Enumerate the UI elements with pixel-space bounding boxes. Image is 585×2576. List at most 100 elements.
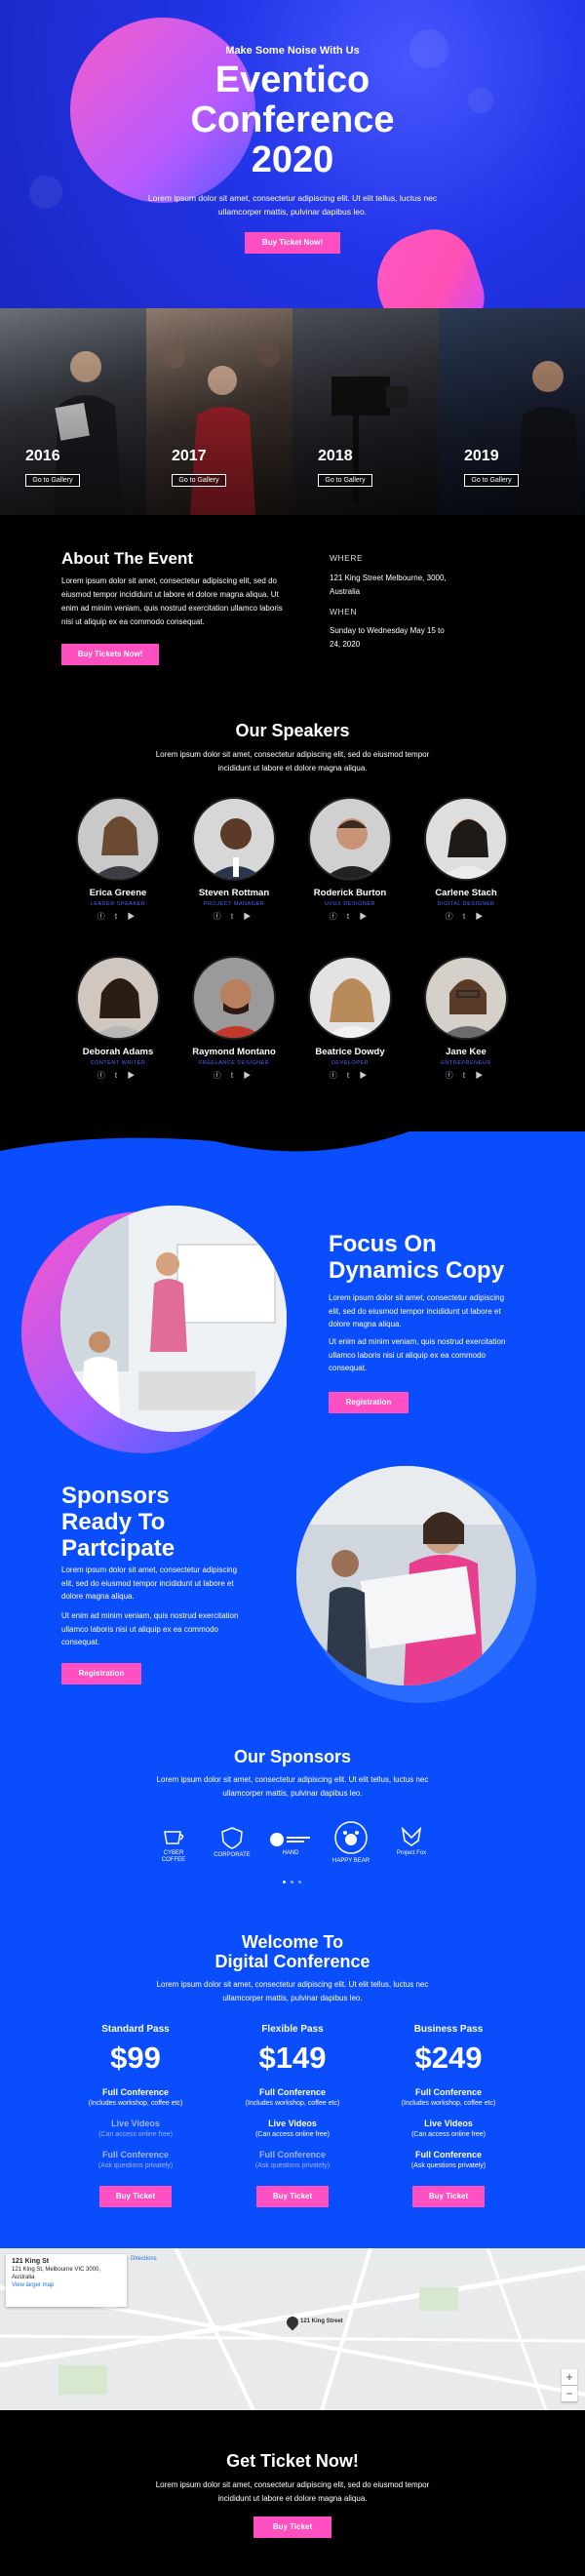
youtube-icon[interactable]: ▶ <box>243 912 254 921</box>
gallery-year: 2018 <box>318 448 353 464</box>
facebook-icon[interactable]: ⓕ <box>446 1071 457 1080</box>
speaker-photo <box>424 956 508 1040</box>
when-value: Sunday to Wednesday May 15 to 24, 2020 <box>330 626 445 649</box>
speaker-card[interactable]: Steven Rottman PROJECT MANAGER ⓕ t ▶ <box>176 797 292 922</box>
sponsor-logo[interactable]: HAPPY BEAR <box>330 1820 372 1865</box>
gallery-card-2018: 2018 Go to Gallery <box>292 308 439 515</box>
facebook-icon[interactable]: ⓕ <box>98 1071 109 1080</box>
buy-tickets-button[interactable]: Buy Tickets Now! <box>61 644 159 665</box>
about-title: About The Event <box>61 549 194 568</box>
sponsor-logo[interactable]: CORPORATE <box>213 1826 252 1859</box>
youtube-icon[interactable]: ▶ <box>359 1071 370 1080</box>
hero-title-line: Conference <box>190 99 395 140</box>
buy-ticket-button[interactable]: Buy Ticket Now! <box>245 232 340 254</box>
zoom-in-button[interactable]: + <box>562 2369 577 2385</box>
hero-kicker: Make Some Noise With Us <box>225 45 360 57</box>
buy-ticket-button[interactable]: Buy Ticket <box>254 2517 332 2538</box>
youtube-icon[interactable]: ▶ <box>243 1071 254 1080</box>
sponsor-logo[interactable]: Project Fox <box>392 1826 431 1857</box>
twitter-icon[interactable]: t <box>115 1071 121 1080</box>
facebook-icon[interactable]: ⓕ <box>330 1071 341 1080</box>
speaker-card[interactable]: Deborah Adams CONTENT WRITER ⓕ t ▶ <box>59 956 176 1081</box>
buy-ticket-button[interactable]: Buy Ticket <box>99 2186 172 2207</box>
facebook-icon[interactable]: ⓕ <box>98 912 109 921</box>
go-to-gallery-button[interactable]: Go to Gallery <box>464 474 519 487</box>
plan-feature-desc: (Ask questions privately) <box>254 2162 331 2169</box>
sponsor-logo[interactable]: HAND <box>269 1832 312 1857</box>
sponsors-ready-line: Partcipate <box>61 1535 176 1562</box>
sponsor-logo-label: HAND <box>282 1850 299 1856</box>
plan-feature: Live Videos <box>268 2119 317 2128</box>
plan-feature: Full Conference <box>258 2150 326 2160</box>
go-to-gallery-button[interactable]: Go to Gallery <box>25 474 80 487</box>
speaker-card[interactable]: Roderick Burton UI/UX DESIGNER ⓕ t ▶ <box>292 797 409 922</box>
pricing-plan: Flexible Pass $149 Full Conference (Incl… <box>219 2024 366 2207</box>
social-icons: ⓕ t ▶ <box>59 911 176 922</box>
plan-feature: Full Conference <box>101 2150 169 2160</box>
go-to-gallery-button[interactable]: Go to Gallery <box>172 474 226 487</box>
twitter-icon[interactable]: t <box>463 912 469 921</box>
youtube-icon[interactable]: ▶ <box>127 912 138 921</box>
plan-feature-desc: (Includes workshop, coffee etc) <box>88 2100 183 2107</box>
twitter-icon[interactable]: t <box>463 1071 469 1080</box>
facebook-icon[interactable]: ⓕ <box>214 1071 225 1080</box>
hero-text: Lorem ipsum dolor sit amet, consectetur … <box>147 193 438 217</box>
twitter-icon[interactable]: t <box>115 912 121 921</box>
twitter-icon[interactable]: t <box>347 1071 353 1080</box>
map-card-address: 121 King St, Melbourne VIC 3000, Austral… <box>12 2267 101 2280</box>
sponsor-logo-label: HAPPY BEAR <box>332 1858 370 1864</box>
speaker-name: Erica Greene <box>89 888 147 898</box>
facebook-icon[interactable]: ⓕ <box>214 912 225 921</box>
focus-photo <box>60 1206 287 1432</box>
speaker-card[interactable]: Jane Kee ENTREPRENEUR ⓕ t ▶ <box>408 956 525 1081</box>
buy-ticket-button[interactable]: Buy Ticket <box>256 2186 329 2207</box>
social-icons: ⓕ t ▶ <box>59 1070 176 1081</box>
focus-text: Lorem ipsum dolor sit amet, consectetur … <box>329 1293 505 1328</box>
plan-feature: Live Videos <box>111 2119 160 2128</box>
speaker-name: Deborah Adams <box>82 1047 154 1057</box>
youtube-icon[interactable]: ▶ <box>127 1071 138 1080</box>
twitter-icon[interactable]: t <box>231 912 237 921</box>
view-larger-map-link[interactable]: View larger map <box>12 2281 121 2289</box>
gallery-year: 2019 <box>464 448 499 464</box>
carousel-dots <box>283 1881 306 1884</box>
facebook-icon[interactable]: ⓕ <box>446 912 457 921</box>
coffee-cup-icon <box>164 1831 184 1844</box>
registration-button[interactable]: Registration <box>61 1663 141 1684</box>
buy-ticket-button[interactable]: Buy Ticket <box>412 2186 485 2207</box>
bokeh-light <box>29 176 62 209</box>
speaker-photo <box>76 797 160 881</box>
directions-link[interactable]: Directions <box>131 2256 157 2262</box>
speaker-photo <box>308 956 392 1040</box>
registration-button[interactable]: Registration <box>329 1392 409 1413</box>
carousel-dot[interactable] <box>291 1881 293 1883</box>
speaker-role: PROJECT MANAGER <box>203 901 265 907</box>
carousel-dot[interactable] <box>298 1881 301 1883</box>
zoom-out-button[interactable]: − <box>562 2386 577 2401</box>
speaker-name: Roderick Burton <box>313 888 387 898</box>
facebook-icon[interactable]: ⓕ <box>330 912 341 921</box>
go-to-gallery-button[interactable]: Go to Gallery <box>318 474 372 487</box>
speaker-name: Carlene Stach <box>435 888 497 898</box>
youtube-icon[interactable]: ▶ <box>475 1071 487 1080</box>
plan-feature-desc: (Can access online free) <box>255 2131 330 2138</box>
map-info-card: 121 King St 121 King St, Melbourne VIC 3… <box>6 2254 127 2307</box>
speaker-card[interactable]: Beatrice Dowdy DEVELOPER ⓕ t ▶ <box>292 956 409 1081</box>
hero-title-line: Eventico <box>214 59 370 100</box>
twitter-icon[interactable]: t <box>347 912 353 921</box>
hero-title: Eventico Conference 2020 <box>0 60 585 180</box>
carousel-dot[interactable] <box>283 1881 286 1883</box>
where-label: WHERE <box>330 553 364 563</box>
speaker-role: FREELANCE DESIGNER <box>198 1060 270 1066</box>
focus-title-line: Dynamics Copy <box>329 1257 505 1284</box>
speaker-card[interactable]: Carlene Stach DIGITAL DESIGNER ⓕ t ▶ <box>408 797 525 922</box>
sponsor-logo[interactable]: CYBER COFFEE <box>154 1826 193 1864</box>
youtube-icon[interactable]: ▶ <box>359 912 370 921</box>
gallery-card-2019: 2019 Go to Gallery <box>439 308 585 515</box>
pricing-title: Welcome To Digital Conference <box>0 1932 585 1971</box>
speaker-card[interactable]: Raymond Montano FREELANCE DESIGNER ⓕ t ▶ <box>176 956 292 1081</box>
youtube-icon[interactable]: ▶ <box>475 912 487 921</box>
speaker-card[interactable]: Erica Greene LEADER SPEAKER ⓕ t ▶ <box>59 797 176 922</box>
twitter-icon[interactable]: t <box>231 1071 237 1080</box>
social-icons: ⓕ t ▶ <box>408 1070 525 1081</box>
